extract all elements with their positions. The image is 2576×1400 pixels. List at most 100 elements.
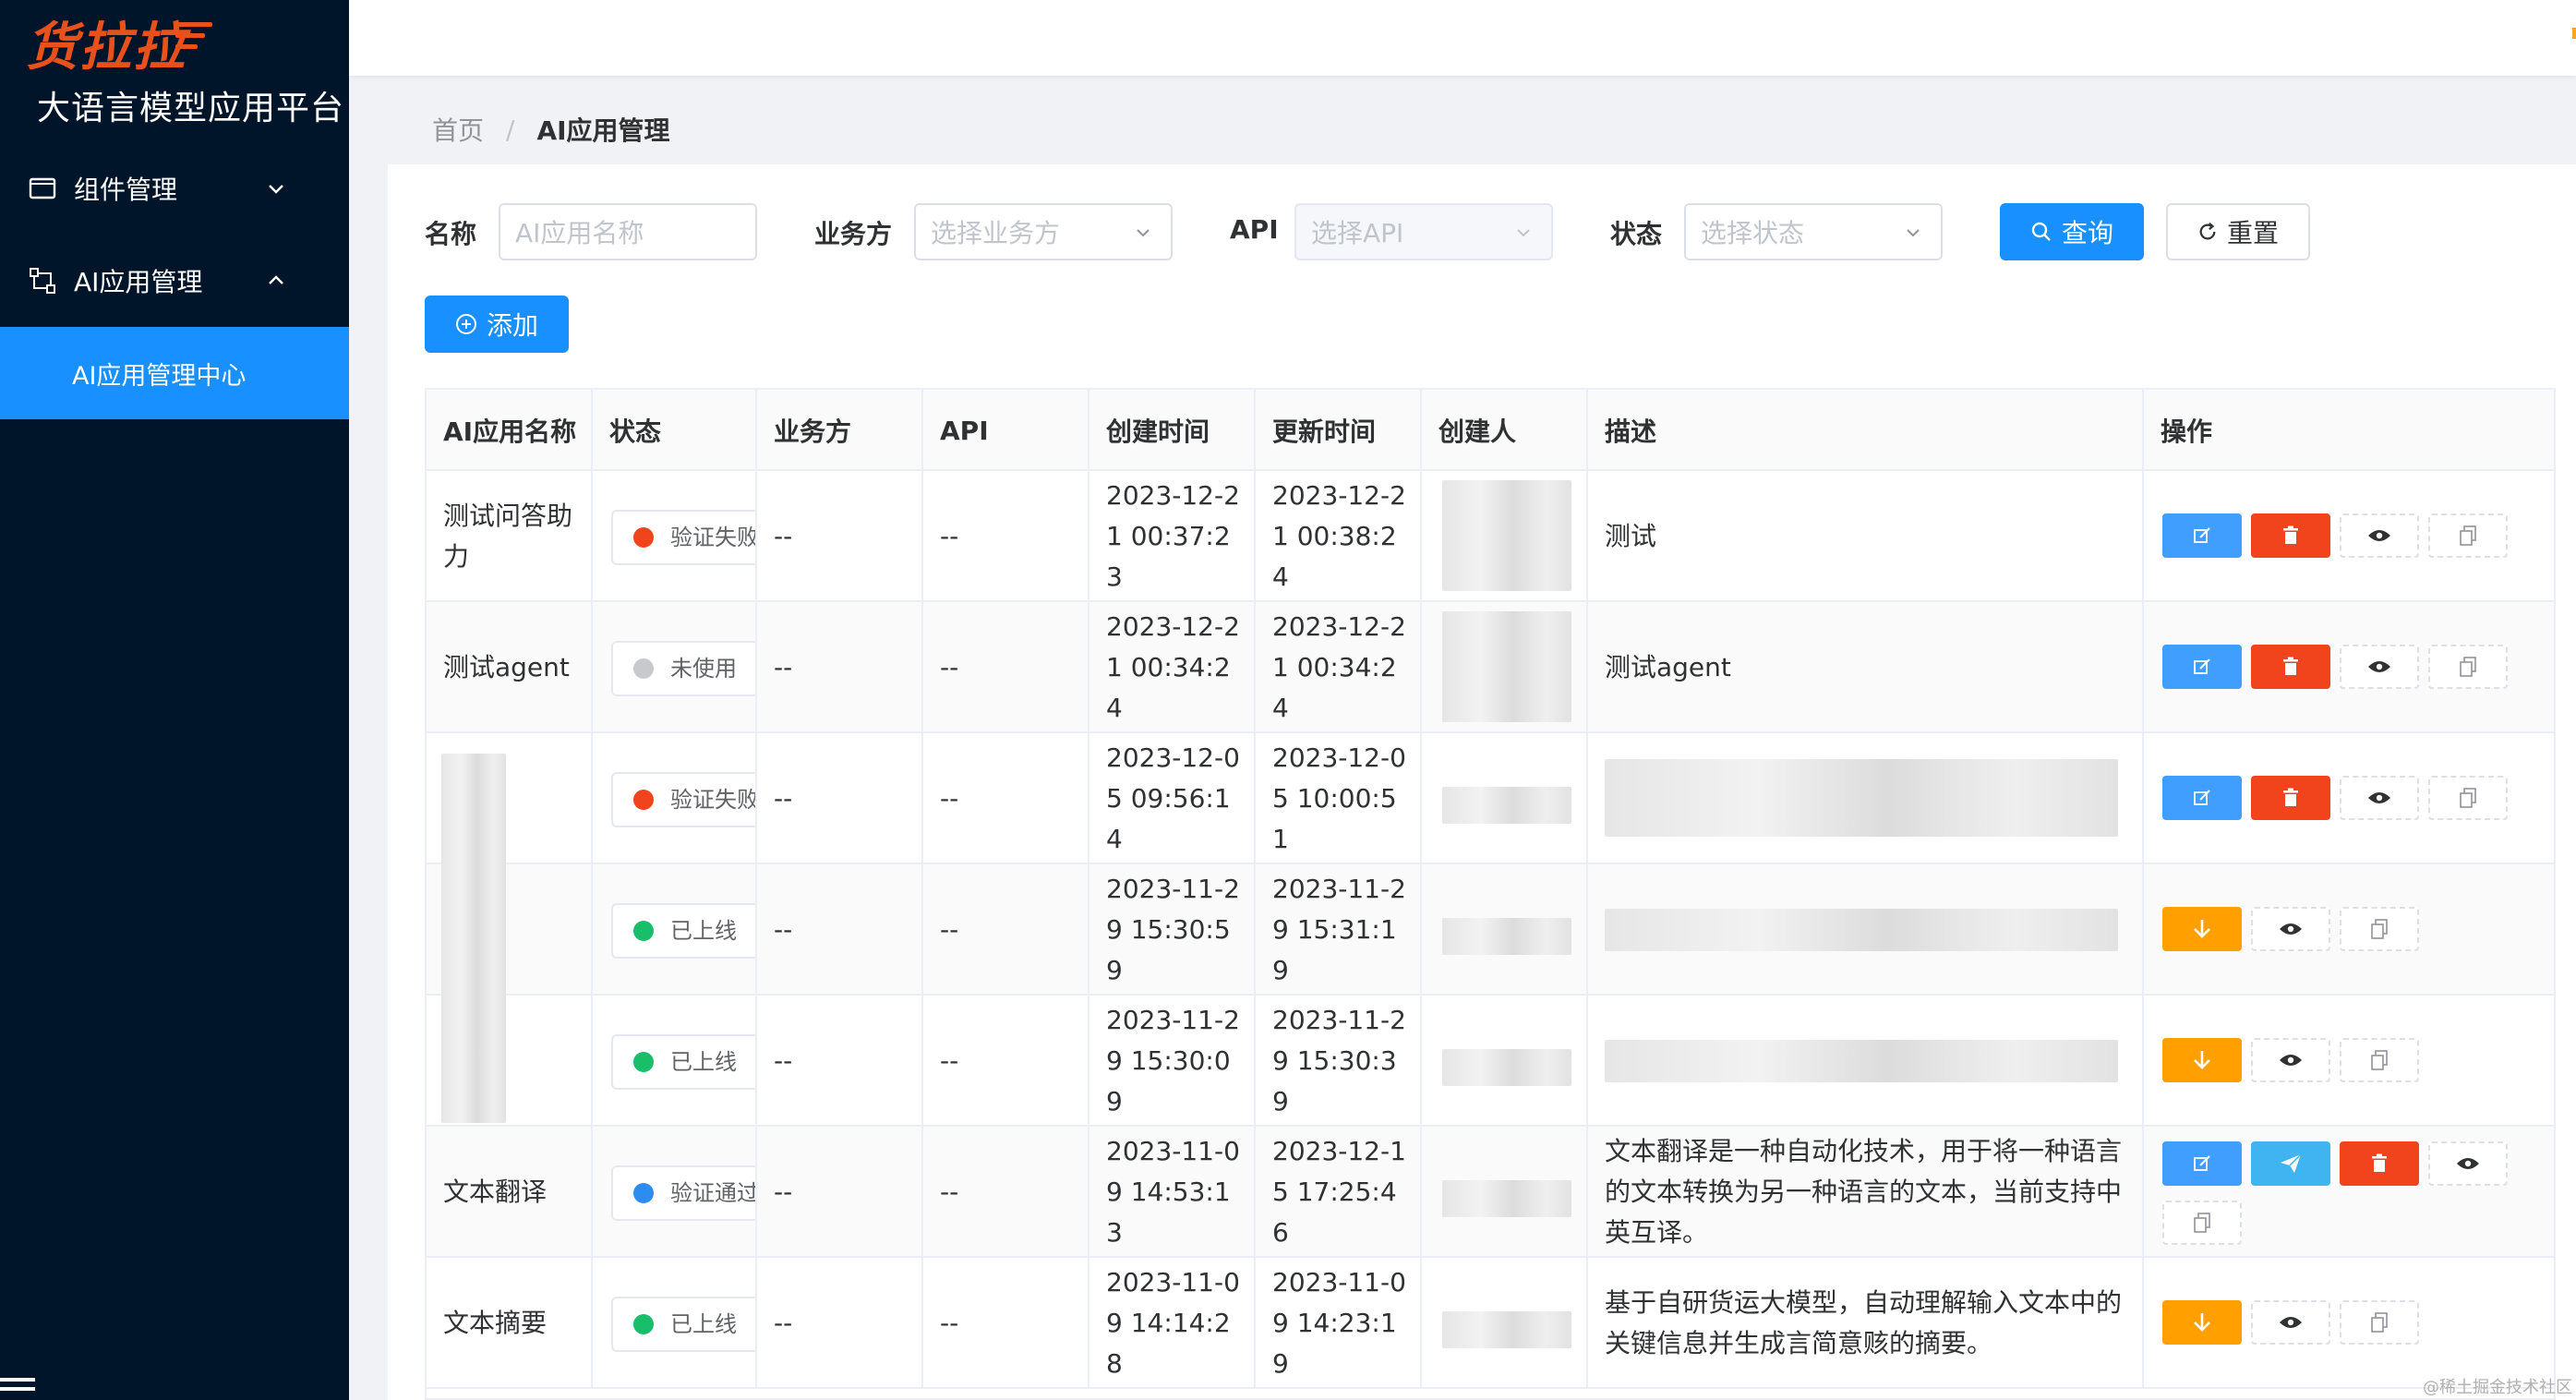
status-select[interactable]: 选择状态 <box>1684 203 1943 260</box>
cell-status: 已上线 <box>593 1258 757 1389</box>
biz-filter-label: 业务方 <box>814 219 893 249</box>
view-button[interactable] <box>2340 513 2419 558</box>
cell-updated-time: 2023-11-29 15:31:19 <box>1256 864 1422 996</box>
cell-creator <box>1422 996 1588 1127</box>
apps-table: AI应用名称 状态 业务方 API 创建时间 更新时间 创建人 描述 操作 测试… <box>425 388 2556 1400</box>
api-select[interactable]: 选择API <box>1294 203 1553 260</box>
copy-button[interactable] <box>2428 645 2508 689</box>
cell-app-name: 文本翻译 <box>427 1127 593 1258</box>
api-select-placeholder: 选择API <box>1311 218 1404 248</box>
edit-button[interactable] <box>2162 645 2242 689</box>
view-button[interactable] <box>2340 645 2419 689</box>
copy-button[interactable] <box>2340 907 2419 951</box>
copy-button[interactable] <box>2428 513 2508 558</box>
view-button[interactable] <box>2251 1300 2330 1345</box>
delete-button[interactable] <box>2340 1141 2419 1186</box>
breadcrumb-home-link[interactable]: 首页 <box>432 111 484 148</box>
view-button[interactable] <box>2340 776 2419 820</box>
delete-button[interactable] <box>2251 513 2330 558</box>
cell-actions <box>2144 1127 2554 1258</box>
query-button[interactable]: 查询 <box>2000 203 2144 260</box>
biz-select-placeholder: 选择业务方 <box>931 218 1061 248</box>
breadcrumb-separator: / <box>506 114 515 145</box>
column-header-biz: 业务方 <box>757 390 923 471</box>
cell-actions <box>2144 602 2554 733</box>
edit-button[interactable] <box>2162 513 2242 558</box>
status-filter-label: 状态 <box>1610 219 1663 249</box>
search-icon <box>2031 222 2051 241</box>
add-button-label: 添加 <box>486 310 538 341</box>
cell-biz: -- <box>757 733 923 864</box>
redacted-creator <box>1442 1180 1571 1217</box>
table-row: 验证失败 -- -- 2023-12-05 09:56:14 2023-12-05 10… <box>427 733 2554 1123</box>
cell-api: -- <box>923 1258 1089 1389</box>
watermark: @稀土掘金技术社区 <box>2423 1378 2572 1397</box>
name-filter-input[interactable]: AI应用名称 <box>499 203 757 260</box>
cell-biz: -- <box>757 471 923 602</box>
edit-button[interactable] <box>2162 1141 2242 1186</box>
collapse-menu-icon[interactable] <box>0 1378 35 1396</box>
cell-description: 基于自研货运大模型，自动理解输入文本中的关键信息并生成言简意赅的摘要。 <box>1588 1258 2144 1389</box>
copy-button[interactable] <box>2428 776 2508 820</box>
redacted-creator <box>1442 1311 1571 1348</box>
name-filter-label: 名称 <box>425 219 477 249</box>
copy-button[interactable] <box>2162 1201 2242 1245</box>
chevron-up-icon <box>269 275 283 284</box>
view-button[interactable] <box>2251 907 2330 951</box>
name-filter-placeholder: AI应用名称 <box>515 218 644 248</box>
cell-biz: -- <box>757 864 923 996</box>
breadcrumb: 首页 / AI应用管理 <box>432 111 670 148</box>
brand-logo: 货拉拉 <box>26 17 187 78</box>
status-dot-icon <box>633 921 654 941</box>
status-dot-icon <box>633 790 654 810</box>
redacted-creator <box>1442 918 1571 955</box>
redacted-name <box>441 754 506 1123</box>
cell-api: -- <box>923 471 1089 602</box>
refresh-icon <box>2199 223 2216 240</box>
table-row: 文本摘要 已上线 -- -- 2023-11-09 14:14:28 2023-11-09… <box>427 1258 2554 1389</box>
cell-app-name: 文本摘要 <box>427 1258 593 1389</box>
cell-description <box>1588 733 2144 864</box>
view-button[interactable] <box>2251 1038 2330 1082</box>
cell-created-time: 2023-11-29 15:30:59 <box>1089 864 1256 996</box>
arrow-down-icon <box>2192 1311 2212 1334</box>
copy-button[interactable] <box>2340 1300 2419 1345</box>
cell-status: 未使用 <box>593 602 757 733</box>
delete-button[interactable] <box>2251 645 2330 689</box>
sidebar-item-components[interactable]: 组件管理 <box>0 142 349 235</box>
publish-button[interactable] <box>2251 1141 2330 1186</box>
sidebar-item-label: 组件管理 <box>74 175 178 205</box>
view-button[interactable] <box>2428 1141 2508 1186</box>
reset-button[interactable]: 重置 <box>2166 203 2310 260</box>
reset-button-label: 重置 <box>2226 218 2279 248</box>
offline-button[interactable] <box>2162 907 2242 951</box>
cell-status: 验证失败 <box>593 733 757 864</box>
sidebar-item-ai-apps[interactable]: AI应用管理 <box>0 235 349 327</box>
copy-button[interactable] <box>2340 1038 2419 1082</box>
eye-icon <box>2456 1155 2480 1172</box>
edit-button[interactable] <box>2162 776 2242 820</box>
column-header-description: 描述 <box>1588 390 2144 471</box>
chevron-down-icon <box>1137 229 1150 237</box>
add-button[interactable]: 添加 <box>425 296 569 353</box>
cell-updated-time: 2023-12-05 10:00:51 <box>1256 733 1422 864</box>
copy-icon <box>2459 657 2477 677</box>
offline-button[interactable] <box>2162 1300 2242 1345</box>
cell-created-time: 2023-11-09 14:14:28 <box>1089 1258 1256 1389</box>
status-label: 验证通过 <box>670 1180 757 1206</box>
offline-button[interactable] <box>2162 1038 2242 1082</box>
delete-button[interactable] <box>2251 776 2330 820</box>
cell-api: -- <box>923 1127 1089 1258</box>
cell-api: -- <box>923 864 1089 996</box>
sidebar-subitem-ai-app-center[interactable]: AI应用管理中心 <box>0 327 349 419</box>
cell-actions <box>2144 864 2554 996</box>
logo-speed-lines <box>175 22 212 55</box>
eye-icon <box>2367 527 2391 544</box>
cell-created-time: 2023-11-29 15:30:09 <box>1089 996 1256 1127</box>
copy-icon <box>2370 919 2389 939</box>
status-label: 验证失败 <box>670 525 757 550</box>
trash-icon <box>2281 525 2300 546</box>
biz-select[interactable]: 选择业务方 <box>914 203 1173 260</box>
status-badge: 验证失败 <box>611 510 757 565</box>
status-badge: 验证通过 <box>611 1165 757 1221</box>
